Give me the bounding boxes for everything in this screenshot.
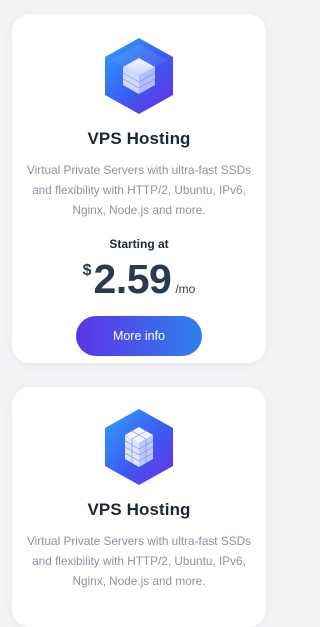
card-description: Virtual Private Servers with ultra-fast … — [27, 163, 251, 217]
more-info-button[interactable]: More info — [76, 316, 202, 356]
price-currency: $ — [82, 262, 92, 279]
card-description: Virtual Private Servers with ultra-fast … — [27, 534, 251, 588]
price-period: /mo — [175, 282, 196, 296]
vps-hosting-card: VPS Hosting Virtual Private Servers with… — [12, 14, 266, 363]
starting-at-label: Starting at — [109, 237, 169, 251]
server-cluster-hexagon-icon — [105, 409, 173, 485]
server-stack-hexagon-icon — [105, 38, 173, 114]
vps-hosting-card-secondary: VPS Hosting Virtual Private Servers with… — [12, 387, 266, 627]
card-title: VPS Hosting — [87, 500, 191, 519]
price: $ 2.59 /mo — [12, 256, 266, 302]
price-amount: 2.59 — [93, 256, 172, 302]
card-title: VPS Hosting — [87, 129, 191, 148]
